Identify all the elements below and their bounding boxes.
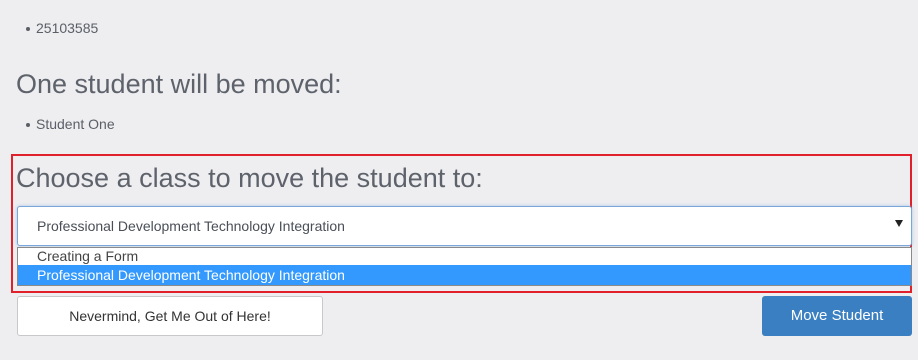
move-student-button[interactable]: Move Student (762, 296, 912, 336)
class-select[interactable]: Professional Development Technology Inte… (17, 206, 912, 246)
dropdown-option-professional-development[interactable]: Professional Development Technology Inte… (18, 265, 911, 285)
cancel-button[interactable]: Nevermind, Get Me Out of Here! (17, 296, 323, 336)
student-id-list: 25103585 (26, 19, 98, 37)
class-dropdown-list: Creating a Form Professional Development… (17, 247, 912, 286)
student-id-item: 25103585 (26, 19, 98, 37)
class-select-value: Professional Development Technology Inte… (37, 218, 345, 234)
dropdown-arrow-icon[interactable] (895, 220, 903, 227)
student-list-item: Student One (26, 115, 115, 133)
choose-class-heading: Choose a class to move the student to: (16, 163, 483, 193)
moved-heading: One student will be moved: (16, 69, 342, 99)
student-list: Student One (26, 115, 115, 133)
dropdown-option-creating-a-form[interactable]: Creating a Form (18, 248, 911, 265)
